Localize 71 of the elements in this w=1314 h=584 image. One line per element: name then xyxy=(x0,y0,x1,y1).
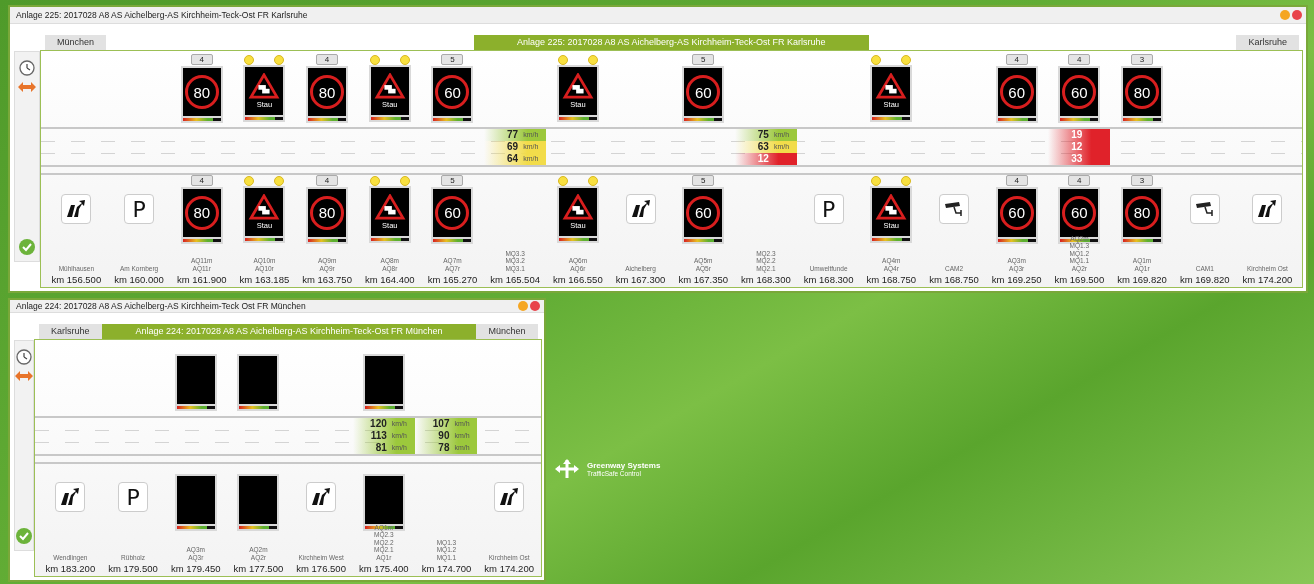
speed-reading: 33 xyxy=(1048,152,1111,165)
section-title: Anlage 225: 2017028 A8 AS Aichelberg-AS Kirchheim-Teck-Ost FR Karlsruhe xyxy=(473,34,869,50)
lane-number-tag: 3 xyxy=(1131,54,1154,65)
kilometer-label: km 177.500 xyxy=(233,563,284,574)
kilometer-label: km 179.500 xyxy=(108,563,158,574)
kilometer-label: km 156.500 xyxy=(51,274,102,285)
speed-limit-sign[interactable]: 60 xyxy=(431,186,474,244)
lane-number-tag: 5 xyxy=(441,54,464,65)
kilometer-label: km 175.400 xyxy=(358,563,409,574)
speed-limit-sign[interactable]: 60 xyxy=(995,186,1038,244)
kilometer-label: km 165.270 xyxy=(427,274,478,285)
speed-limit-sign[interactable]: 80 xyxy=(306,66,349,123)
speed-reading: 12 xyxy=(734,152,797,165)
lane-number-tag: 5 xyxy=(441,174,464,186)
speed-limit-sign[interactable]: 80 xyxy=(180,66,223,123)
kilometer-label: km 166.550 xyxy=(553,274,603,285)
kilometer-label: km 168.750 xyxy=(866,274,917,285)
lane-number-tag: 4 xyxy=(190,174,213,186)
kilometer-label: km 165.504 xyxy=(490,274,540,285)
kilometer-label: km 163.750 xyxy=(302,274,352,285)
speed-limit-sign[interactable]: 80 xyxy=(1121,186,1164,244)
lane-number-tag: 4 xyxy=(1005,54,1028,65)
parking-sign: P xyxy=(118,482,149,512)
speed-limit-sign[interactable]: 60 xyxy=(682,66,725,123)
direction-tab[interactable]: München xyxy=(45,34,107,50)
lane-number-tag: 5 xyxy=(692,174,715,186)
speed-limit-sign[interactable]: 60 xyxy=(1058,66,1101,123)
kilometer-label: km 169.820 xyxy=(1179,274,1230,285)
parking-sign: P xyxy=(813,194,844,224)
speed-limit-sign[interactable]: 60 xyxy=(431,66,474,123)
kilometer-label: km 160.000 xyxy=(114,274,164,285)
kilometer-label: km 176.500 xyxy=(296,563,346,574)
speed-reading: 19 xyxy=(1048,128,1111,141)
kilometer-label: km 168.300 xyxy=(803,274,854,285)
direction-tab[interactable]: München xyxy=(476,323,538,339)
lane-number-tag: 4 xyxy=(1068,54,1091,65)
kilometer-label: km 169.250 xyxy=(991,274,1042,285)
kilometer-label: km 179.450 xyxy=(170,563,221,574)
section-title: Anlage 224: 2017028 A8 AS Aichelberg-AS Kirchheim-Teck-Ost FR München xyxy=(101,323,477,339)
kilometer-label: km 163.185 xyxy=(239,274,290,285)
kilometer-label: km 169.820 xyxy=(1117,274,1167,285)
kilometer-label: km 167.350 xyxy=(678,274,729,285)
lane-number-tag: 4 xyxy=(1068,174,1091,186)
kilometer-label: km 174.200 xyxy=(484,563,534,574)
kilometer-label: km 161.900 xyxy=(176,274,227,285)
lane-number-tag: 4 xyxy=(316,54,339,65)
kilometer-label: km 174.700 xyxy=(421,563,472,574)
kilometer-label: km 164.400 xyxy=(364,274,415,285)
lane-number-tag: 4 xyxy=(1005,174,1028,186)
speed-reading: 12 xyxy=(1048,140,1111,153)
parking-sign: P xyxy=(124,194,155,224)
speed-limit-sign[interactable]: 80 xyxy=(306,186,349,244)
kilometer-label: km 168.300 xyxy=(741,274,791,285)
speed-limit-sign[interactable]: 80 xyxy=(1121,66,1164,123)
kilometer-label: km 168.750 xyxy=(929,274,979,285)
window-title: Anlage 225: 2017028 A8 AS Aichelberg-AS Kirchheim-Teck-Ost FR Karlsruhe xyxy=(16,9,309,20)
kilometer-label: km 183.200 xyxy=(45,563,96,574)
logo-name: Greenway Systems xyxy=(587,461,661,470)
lane-number-tag: 3 xyxy=(1131,174,1154,186)
direction-tab[interactable]: Karlsruhe xyxy=(1236,34,1299,50)
kilometer-label: km 167.300 xyxy=(615,274,666,285)
speed-limit-sign[interactable]: 80 xyxy=(180,186,223,244)
lane-number-tag: 4 xyxy=(316,174,339,186)
lane-number-tag: 4 xyxy=(190,54,213,65)
kilometer-label: km 169.500 xyxy=(1054,274,1105,285)
speed-limit-sign[interactable]: 60 xyxy=(682,186,725,244)
direction-tab[interactable]: Karlsruhe xyxy=(39,323,102,339)
window-title: Anlage 224: 2017028 A8 AS Aichelberg-AS Kirchheim-Teck Ost FR München xyxy=(16,300,307,311)
speed-limit-sign[interactable]: 60 xyxy=(995,66,1038,123)
lane-number-tag: 5 xyxy=(692,54,715,65)
kilometer-label: km 174.200 xyxy=(1242,274,1293,285)
